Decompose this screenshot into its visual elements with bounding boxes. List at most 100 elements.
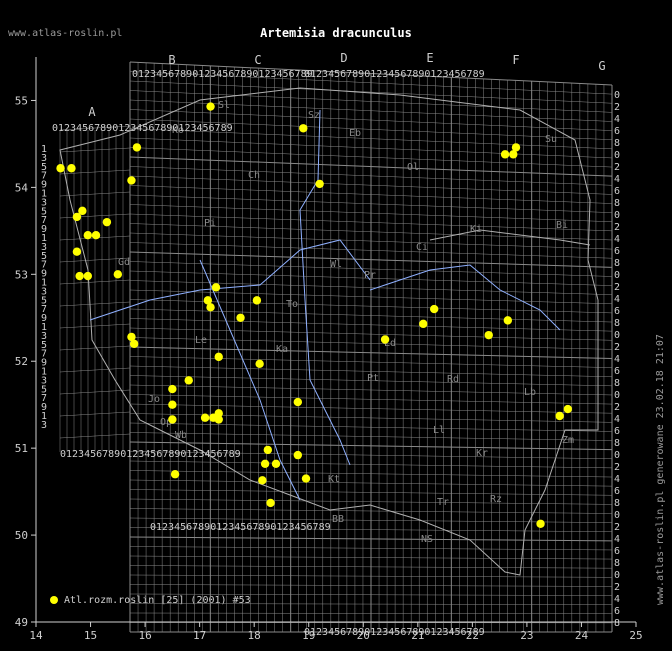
region-label: Sl bbox=[218, 100, 230, 111]
occurrence-point bbox=[419, 319, 428, 329]
grid-row-digit: 2 bbox=[614, 582, 620, 593]
occurrence-point bbox=[211, 283, 221, 292]
grid-column-digits: 012345678901234567890123456789 bbox=[60, 449, 241, 460]
grid-column-letter: C bbox=[254, 53, 261, 67]
grid-column-digits: 012345678901234567890123456789 bbox=[52, 123, 233, 134]
occurrence-point bbox=[563, 404, 573, 414]
grid-row-digit: 0 bbox=[614, 90, 620, 101]
x-tick-label: 14 bbox=[29, 629, 43, 642]
region-label: Tr bbox=[437, 497, 449, 508]
region-label: Kr bbox=[476, 448, 488, 459]
region-label: BB bbox=[332, 514, 344, 525]
grid-row-digit: 0 bbox=[614, 510, 620, 521]
river-line bbox=[299, 109, 351, 466]
country-border bbox=[59, 87, 599, 576]
occurrence-point bbox=[72, 212, 82, 222]
border-line bbox=[59, 87, 599, 576]
grid-row-digit: 2 bbox=[614, 342, 620, 353]
region-label: Ka bbox=[276, 344, 288, 355]
grid-row-digit: 0 bbox=[614, 150, 620, 161]
grid-row-digit: 6 bbox=[614, 246, 620, 257]
grid-row-digit: 2 bbox=[614, 162, 620, 173]
region-label: Ki bbox=[470, 224, 482, 235]
region-label: Rz bbox=[490, 494, 502, 505]
occurrence-point bbox=[266, 498, 275, 508]
occurrence-point bbox=[206, 102, 215, 111]
grid-row-digit: 4 bbox=[614, 234, 620, 245]
grid-column-letter: F bbox=[512, 53, 519, 67]
grid-row-digit: 6 bbox=[614, 306, 620, 317]
x-tick-label: 25 bbox=[629, 629, 642, 642]
grid-row-digit: 8 bbox=[614, 378, 620, 389]
grid-row-digit: 6 bbox=[614, 186, 620, 197]
grid-row-digit: 4 bbox=[614, 594, 620, 605]
x-tick-label: 15 bbox=[84, 629, 97, 642]
grid-row-labels: 012345678901234567890123456789 0123456789… bbox=[41, 69, 620, 638]
grid-row-digit: 0 bbox=[614, 570, 620, 581]
occurrence-point bbox=[299, 124, 308, 133]
grid-row-digit: 8 bbox=[614, 318, 620, 329]
grid-row-digit: 3 bbox=[41, 420, 47, 431]
region-label: Pi bbox=[204, 218, 216, 229]
occurrence-point bbox=[380, 335, 390, 344]
region-label: Sz bbox=[308, 110, 320, 121]
grid-row-digit: 8 bbox=[614, 438, 620, 449]
y-tick-label: 51 bbox=[15, 442, 28, 455]
occurrence-point bbox=[168, 415, 177, 424]
grid-row-digit: 4 bbox=[614, 174, 620, 185]
region-label: To bbox=[286, 299, 298, 310]
region-label: Le bbox=[195, 335, 207, 346]
grid-column-letter: A bbox=[88, 105, 96, 119]
region-label: Ll bbox=[433, 425, 445, 436]
grid-row-digit: 0 bbox=[614, 210, 620, 221]
x-tick-label: 17 bbox=[193, 629, 206, 642]
x-tick-label: 23 bbox=[520, 629, 533, 642]
occurrence-point bbox=[293, 397, 303, 407]
grid-row-digit: 4 bbox=[614, 534, 620, 545]
region-label: Wl bbox=[330, 259, 342, 270]
region-label: Wb bbox=[175, 430, 187, 441]
region-label: Bi bbox=[556, 220, 568, 231]
occurrence-point bbox=[168, 384, 177, 394]
grid-column-letter: E bbox=[426, 51, 433, 65]
occurrence-point bbox=[113, 270, 123, 279]
region-label: Jo bbox=[148, 394, 160, 405]
occurrence-point bbox=[83, 230, 93, 240]
grid-row-digit: 2 bbox=[614, 522, 620, 533]
occurrence-point bbox=[56, 164, 65, 173]
occurrence-point bbox=[511, 143, 521, 152]
grid-row-digit: 4 bbox=[614, 354, 620, 365]
grid-row-digit: 6 bbox=[614, 126, 620, 137]
grid-row-digit: 8 bbox=[614, 138, 620, 149]
occurrence-point bbox=[206, 303, 215, 312]
grid-column-letter: G bbox=[598, 59, 605, 73]
occurrence-point bbox=[293, 450, 303, 460]
y-tick-label: 53 bbox=[15, 268, 28, 281]
grid-column-letter: D bbox=[340, 51, 347, 65]
grid-row-digit: 8 bbox=[614, 198, 620, 209]
y-tick-label: 54 bbox=[15, 181, 29, 194]
region-label: Su bbox=[545, 134, 557, 145]
grid-row-digit: 4 bbox=[614, 114, 620, 125]
grid-row-digit: 2 bbox=[614, 102, 620, 113]
occurrence-point bbox=[67, 164, 76, 173]
region-label: Ol bbox=[407, 162, 419, 173]
occurrence-point bbox=[503, 316, 513, 325]
y-tick-label: 50 bbox=[15, 529, 28, 542]
grid-row-digit: 8 bbox=[614, 258, 620, 269]
occurrence-point bbox=[129, 339, 139, 349]
region-label: Pr bbox=[364, 270, 376, 281]
occurrence-point bbox=[214, 352, 223, 362]
grid-row-digit: 6 bbox=[614, 546, 620, 557]
occurrence-point bbox=[255, 359, 264, 369]
occurrence-point bbox=[127, 176, 136, 185]
region-label: Rd bbox=[447, 374, 459, 385]
occurrence-point bbox=[91, 230, 101, 240]
y-tick-label: 49 bbox=[15, 616, 28, 629]
river-line bbox=[199, 259, 301, 501]
occurrence-point bbox=[236, 313, 245, 322]
occurrence-point bbox=[271, 459, 281, 468]
occurrence-point bbox=[132, 143, 142, 152]
region-label: Pt bbox=[367, 373, 379, 384]
region-label: Eb bbox=[349, 128, 361, 139]
